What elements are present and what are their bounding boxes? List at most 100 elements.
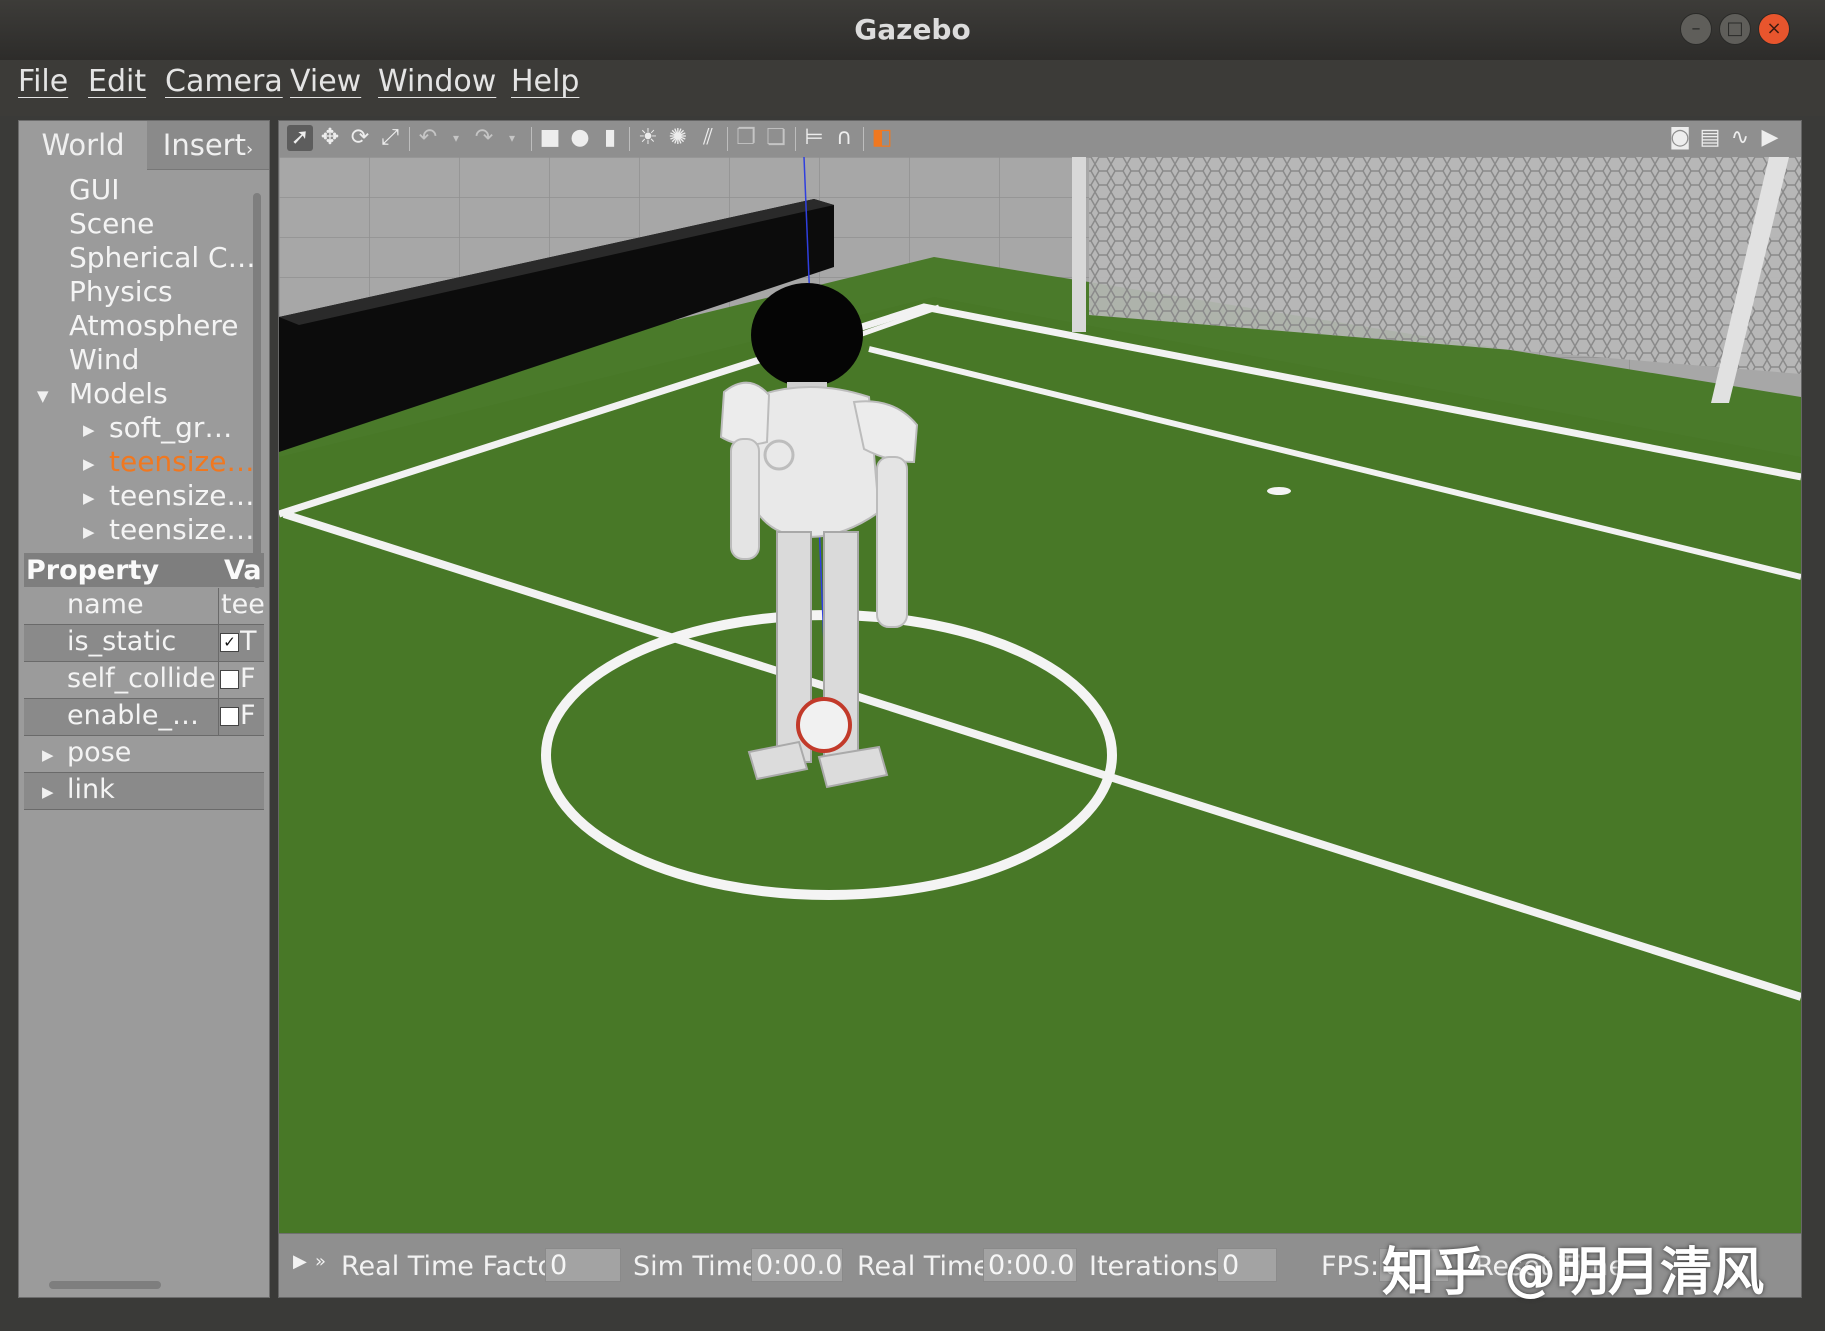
snap-icon[interactable]: ∩ <box>831 125 857 151</box>
property-key: name <box>67 589 144 620</box>
property-group-pose[interactable]: ▶ pose <box>24 736 264 773</box>
robot-right-arm <box>876 456 908 628</box>
expand-right-icon[interactable]: ▶ <box>83 489 95 507</box>
property-key: is_static <box>67 626 177 657</box>
real-time-label: Real Time: <box>857 1251 999 1282</box>
column-divider <box>218 662 219 698</box>
viewport-toolbar: ➚ ✥ ⟳ ⤢ ↶ ▾ ↷ ▾ ■ ● ▮ ☀ ✺ ⫽ ❐ ❏ ⊨ ∩ ◧ ◙ … <box>279 121 1801 158</box>
point-light-icon[interactable]: ☀ <box>635 125 661 151</box>
property-row-is-static[interactable]: is_static ✓ T <box>24 625 264 662</box>
toolbar-separator <box>727 127 728 151</box>
tree-model-teensize-2[interactable]: teensize… <box>109 479 254 512</box>
property-value: F <box>240 700 256 731</box>
video-icon[interactable]: ▶ <box>1757 125 1783 151</box>
property-row-enable-wind[interactable]: enable_… F <box>24 699 264 736</box>
tree-model-teensize-3[interactable]: teensize… <box>109 513 254 546</box>
directional-light-icon[interactable]: ⫽ <box>695 125 721 151</box>
tree-item-models[interactable]: Models <box>69 377 168 410</box>
left-panel: World Insert› GUI Scene Spherical C… Phy… <box>18 120 270 1298</box>
property-row-name[interactable]: name tee <box>24 588 264 625</box>
enable-wind-checkbox[interactable] <box>220 707 239 726</box>
robot-head <box>751 283 863 387</box>
step-icon[interactable]: » <box>315 1251 326 1272</box>
expand-right-icon[interactable]: ▶ <box>83 421 95 439</box>
iterations-label: Iterations: <box>1089 1251 1227 1282</box>
toolbar-separator <box>629 127 630 151</box>
penalty-spot <box>1267 487 1291 495</box>
screenshot-icon[interactable]: ◙ <box>1667 125 1693 151</box>
expand-right-icon[interactable]: ▶ <box>83 455 95 473</box>
tab-insert[interactable]: Insert› <box>147 121 269 170</box>
robot-left-arm <box>730 438 760 560</box>
tree-item-atmosphere[interactable]: Atmosphere <box>69 309 239 342</box>
tab-insert-label: Insert <box>162 128 246 162</box>
is-static-checkbox[interactable]: ✓ <box>220 633 239 652</box>
toolbar-separator <box>409 127 410 151</box>
column-divider <box>218 588 219 624</box>
cylinder-icon[interactable]: ▮ <box>597 125 623 151</box>
undo-icon[interactable]: ↶ <box>415 125 441 151</box>
menu-bar: File Edit Camera View Window Help <box>0 60 1825 116</box>
log-icon[interactable]: ▤ <box>1697 125 1723 151</box>
menu-help[interactable]: Help <box>511 64 579 99</box>
tree-item-scene[interactable]: Scene <box>69 207 154 240</box>
menu-camera[interactable]: Camera <box>165 64 283 99</box>
column-divider <box>218 625 219 661</box>
tree-item-physics[interactable]: Physics <box>69 275 173 308</box>
tree-model-teensize-selected[interactable]: teensize… <box>109 445 254 478</box>
tree-item-gui[interactable]: GUI <box>69 173 119 206</box>
tree-model-soft-ground[interactable]: soft_gr… <box>109 411 232 444</box>
minimize-icon[interactable]: – <box>1680 13 1712 45</box>
spot-light-icon[interactable]: ✺ <box>665 125 691 151</box>
property-value[interactable]: tee <box>221 589 264 620</box>
property-row-self-collide[interactable]: self_collide F <box>24 662 264 699</box>
iterations-value: 0 <box>1217 1248 1277 1282</box>
expand-right-icon[interactable]: ▶ <box>42 746 54 764</box>
fps-label: FPS: <box>1321 1251 1380 1282</box>
expand-down-icon[interactable]: ▼ <box>37 387 49 405</box>
value-col-header: Va <box>224 555 262 586</box>
copy-icon[interactable]: ❐ <box>733 125 759 151</box>
sim-time-label: Sim Time: <box>633 1251 768 1282</box>
scroll-right-icon[interactable]: › <box>246 139 253 160</box>
select-arrow-icon[interactable]: ➚ <box>287 125 313 151</box>
menu-edit[interactable]: Edit <box>88 64 146 99</box>
maximize-icon[interactable]: □ <box>1719 13 1751 45</box>
menu-file[interactable]: File <box>18 64 68 99</box>
sim-time-value: 0:00.000 <box>751 1248 843 1282</box>
translate-icon[interactable]: ✥ <box>317 125 343 151</box>
title-bar: Gazebo – □ × <box>0 0 1825 60</box>
sphere-icon[interactable]: ● <box>567 125 593 151</box>
rtf-value: 0 <box>545 1248 621 1282</box>
align-icon[interactable]: ⊨ <box>801 125 827 151</box>
property-group-link[interactable]: ▶ link <box>24 773 264 810</box>
box-icon[interactable]: ■ <box>537 125 563 151</box>
close-icon[interactable]: × <box>1758 13 1790 45</box>
property-key: self_collide <box>67 663 216 694</box>
render-viewport[interactable]: ➚ ✥ ⟳ ⤢ ↶ ▾ ↷ ▾ ■ ● ▮ ☀ ✺ ⫽ ❐ ❏ ⊨ ∩ ◧ ◙ … <box>278 120 1802 1298</box>
undo-dropdown-icon[interactable]: ▾ <box>443 125 469 151</box>
redo-dropdown-icon[interactable]: ▾ <box>499 125 525 151</box>
plot-icon[interactable]: ∿ <box>1727 125 1753 151</box>
menu-view[interactable]: View <box>290 64 361 99</box>
property-col-header: Property <box>26 555 160 586</box>
property-group-label: link <box>67 774 115 805</box>
tree-scrollbar[interactable] <box>253 193 261 588</box>
scale-icon[interactable]: ⤢ <box>377 125 403 151</box>
panel-horizontal-scrollbar[interactable] <box>49 1281 161 1289</box>
3d-scene[interactable] <box>279 156 1801 1233</box>
expand-right-icon[interactable]: ▶ <box>83 523 95 541</box>
tree-item-wind[interactable]: Wind <box>69 343 139 376</box>
view-angle-icon[interactable]: ◧ <box>869 125 895 151</box>
tree-item-spherical-coordinates[interactable]: Spherical C… <box>69 241 256 274</box>
rotate-icon[interactable]: ⟳ <box>347 125 373 151</box>
redo-icon[interactable]: ↷ <box>471 125 497 151</box>
property-value: T <box>240 626 257 657</box>
tab-world[interactable]: World <box>19 121 148 169</box>
paste-icon[interactable]: ❏ <box>763 125 789 151</box>
self-collide-checkbox[interactable] <box>220 670 239 689</box>
property-value: F <box>240 663 256 694</box>
play-icon[interactable]: ▶ <box>293 1251 307 1272</box>
menu-window[interactable]: Window <box>378 64 496 99</box>
expand-right-icon[interactable]: ▶ <box>42 783 54 801</box>
